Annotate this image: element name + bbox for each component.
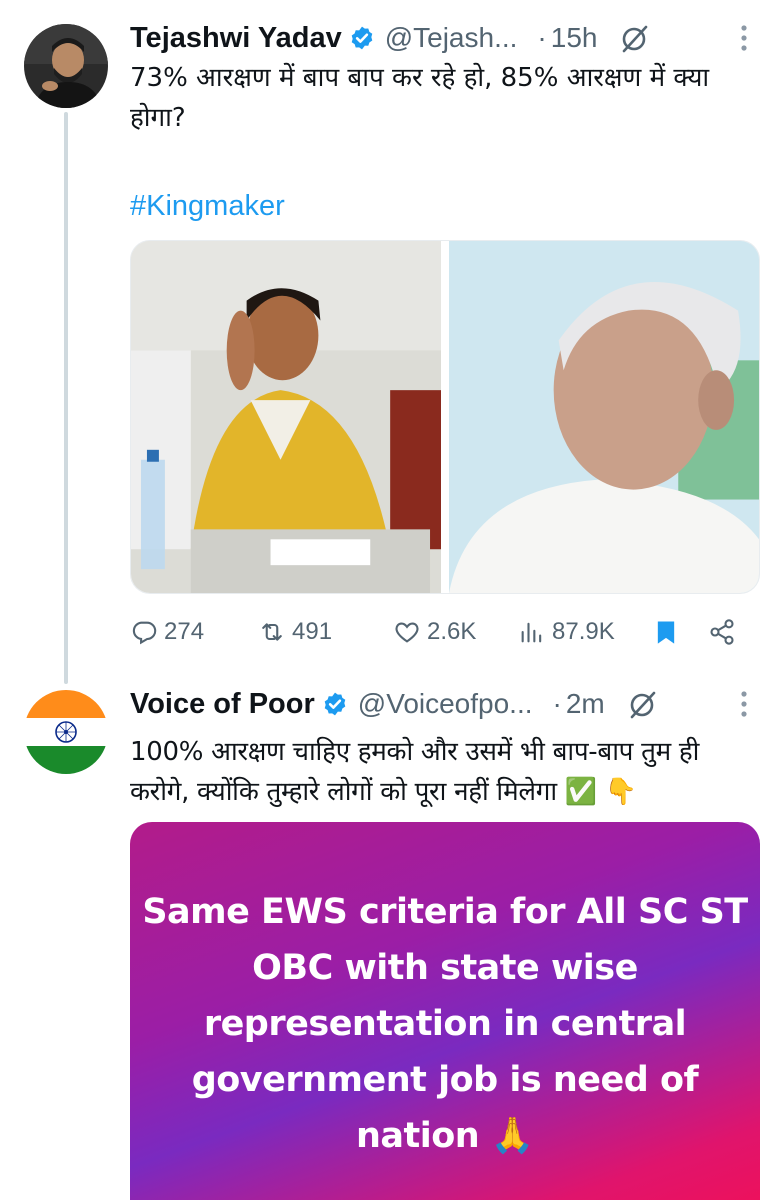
like-count: 2.6K	[427, 618, 477, 645]
author-handle[interactable]: @Voiceofpo...	[358, 688, 533, 720]
repost-icon	[262, 623, 282, 641]
reply-button[interactable]: 274	[130, 618, 258, 646]
bookmark-button[interactable]	[652, 618, 708, 646]
author-name[interactable]: Tejashwi Yadav	[130, 22, 342, 55]
tweet-actions: 274 491 2.6K 87.9K	[130, 612, 750, 652]
grok-icon[interactable]	[619, 22, 651, 54]
bookmark-icon	[657, 621, 675, 644]
tweet-tejashwi[interactable]: Tejashwi Yadav @Tejash... · 15h 73% आरक्…	[0, 0, 784, 684]
author-handle[interactable]: @Tejash...	[385, 22, 518, 54]
like-icon	[395, 622, 419, 643]
share-button[interactable]	[708, 618, 748, 646]
tweet-header: Tejashwi Yadav @Tejash... · 15h	[130, 20, 784, 56]
repost-button[interactable]: 491	[258, 618, 393, 646]
hashtag-link[interactable]: #Kingmaker	[130, 186, 756, 226]
timestamp[interactable]: 2m	[566, 688, 605, 720]
tweet-text: 73% आरक्षण में बाप बाप कर रहे हो, 85% आर…	[130, 63, 710, 133]
tweet-header: Voice of Poor @Voiceofpo... · 2m	[130, 686, 784, 722]
timestamp[interactable]: 15h	[551, 22, 598, 54]
reply-count: 274	[164, 618, 205, 645]
grok-icon[interactable]	[627, 688, 659, 720]
avatar[interactable]	[24, 24, 108, 108]
separator-dot: ·	[537, 22, 547, 53]
share-icon	[710, 619, 734, 645]
tweet-text: 100% आरक्षण चाहिए हमको और उसमें भी बाप-ब…	[130, 737, 700, 807]
tweet-media-grid[interactable]	[130, 240, 760, 594]
separator-dot: ·	[552, 688, 562, 719]
tweet-media-image[interactable]: Same EWS criteria for All SC ST OBC with…	[130, 822, 760, 1200]
more-icon[interactable]	[740, 690, 748, 718]
views-icon	[521, 622, 542, 643]
media-photo-left[interactable]	[131, 241, 441, 593]
avatar[interactable]	[24, 690, 108, 774]
views-count: 87.9K	[552, 618, 615, 645]
media-photo-right[interactable]	[449, 241, 759, 593]
author-name[interactable]: Voice of Poor	[130, 688, 315, 721]
repost-count: 491	[292, 618, 333, 645]
media-image-text: Same EWS criteria for All SC ST OBC with…	[142, 892, 748, 1156]
verified-badge-icon	[324, 692, 346, 716]
verified-badge-icon	[351, 26, 373, 50]
reply-icon	[132, 621, 157, 645]
views-button[interactable]: 87.9K	[518, 618, 652, 646]
more-icon[interactable]	[740, 24, 748, 52]
like-button[interactable]: 2.6K	[393, 618, 518, 646]
